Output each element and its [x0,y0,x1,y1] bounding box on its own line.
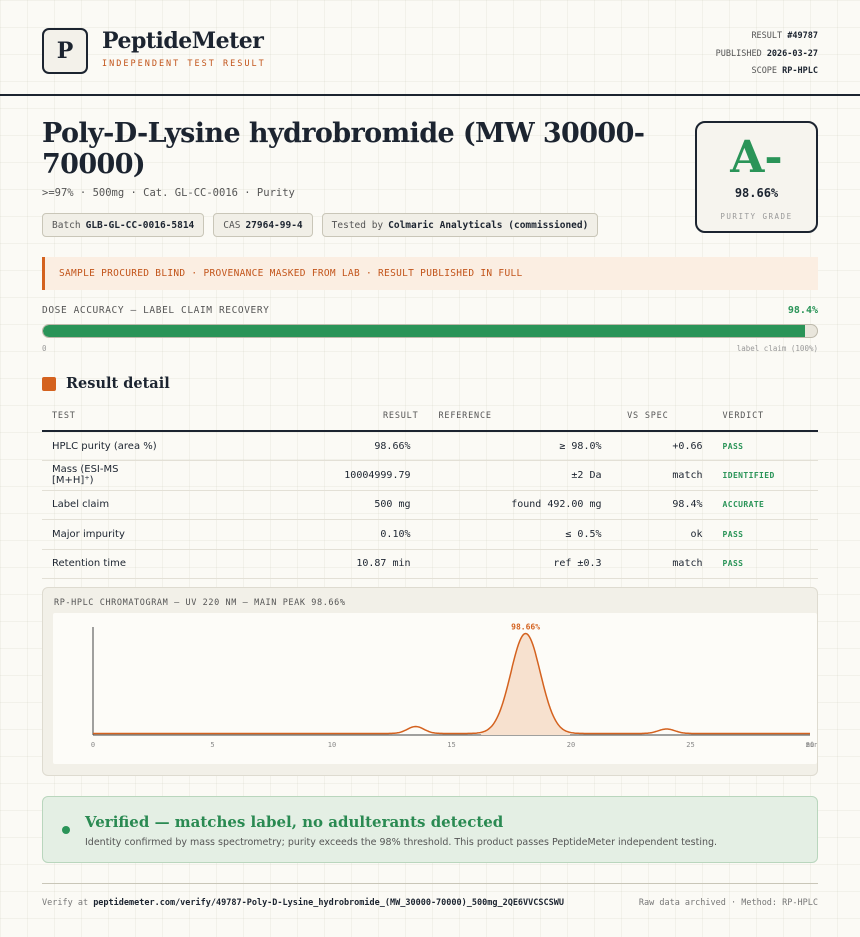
result-detail-heading: Result detail [42,375,170,392]
x-tick-label: 0 [91,741,95,749]
cell-result: 10004999.79 [162,460,419,491]
x-tick-label: 15 [447,741,455,749]
cell-reference: found 492.00 mg [418,490,610,520]
cell-result: 500 mg [162,490,419,520]
chip-label: Tested by [331,219,384,231]
verdict-badge: IDENTIFIED [710,460,818,491]
brand-subtitle: INDEPENDENT TEST RESULT [102,59,266,69]
cell-test: Label claim [42,490,162,520]
cell-test: Mass (ESI-MS [M+H]⁺) [42,460,162,491]
chip-value: GLB-GL-CC-0016-5814 [85,219,195,231]
cell-test: HPLC purity (area %) [42,431,162,461]
chromatogram-panel: RP-HPLC CHROMATOGRAM — UV 220 NM — MAIN … [42,587,818,776]
footer-method: Raw data archived · Method: RP-HPLC [638,898,818,908]
batch-chip: Batch GLB-GL-CC-0016-5814 [42,213,205,237]
purity-grade-card: A- 98.66% PURITY GRADE [695,121,818,233]
x-tick-label: 25 [686,741,694,749]
cell-vs-spec: +0.66 [609,431,711,461]
chip-value: Colmaric Analyticals (commissioned) [388,219,589,231]
chromatogram-chart: 0 5 10 15 20 25 30min98.66% [91,623,818,750]
result-meta: RESULT #49787 PUBLISHED 2026-03-27 SCOPE… [716,28,818,81]
verdict-badge: ACCURATE [710,490,818,520]
published-label: PUBLISHED [715,48,762,59]
dose-accuracy-value: 98.4% [787,305,818,316]
bar-end-label: label claim (100%) [736,344,818,353]
grade-value: 98.66% [734,186,779,200]
x-tick-label: 10 [328,741,336,749]
brand-name: PeptideMeter [102,28,264,54]
x-tick-label: 20 [567,741,575,749]
bar-zero-label: 0 [42,344,47,353]
table-row: Label claim 500 mg found 492.00 mg 98.4% ACC… [42,490,818,520]
x-tick-label: 5 [210,741,214,749]
cell-result: 0.10% [162,519,419,550]
verified-title: Verified — matches label, no adulterants… [85,813,504,831]
col-reference: REFERENCE [418,402,610,432]
cas-chip: CAS 27964-99-4 [213,213,313,237]
dose-progress-fill [43,325,805,337]
chromatogram-plot-area: 0 5 10 15 20 25 30 min 98.66% [53,613,818,764]
verify-prefix: Verify at [42,898,89,908]
cell-vs-spec: match [609,460,711,491]
verify-link[interactable]: peptidemeter.com/verify/49787-Poly-D-Lys… [93,898,564,908]
col-vs-spec: VS SPEC [609,402,711,432]
chip-value: 27964-99-4 [245,219,303,231]
tested-by-chip: Tested by Colmaric Analyticals (commissio… [321,213,599,237]
scope-value: RP-HPLC [782,66,818,76]
col-result: RESULT [162,402,419,432]
page-header: P PeptideMeter INDEPENDENT TEST RESULT R… [0,0,860,96]
section-title: Result detail [66,375,170,392]
verdict-badge: PASS [710,519,818,550]
cell-test: Retention time [42,549,162,579]
cell-result: 98.66% [162,431,419,461]
main-peak-label: 98.66% [511,623,540,632]
main-peak-fill [481,633,570,735]
verified-subtitle: Identity confirmed by mass spectrometry;… [85,837,718,848]
table-header-row: TEST RESULT REFERENCE VS SPEC VERDICT [42,402,818,432]
grade-label: PURITY GRADE [720,212,793,221]
col-test: TEST [42,402,162,432]
product-subtitle: >=97% · 500mg · Cat. GL-CC-0016 · Purity [42,187,295,199]
cell-result: 10.87 min [162,549,419,579]
cell-test: Major impurity [42,519,162,550]
cell-vs-spec: ok [609,519,711,550]
col-verdict: VERDICT [710,402,818,432]
cell-reference: ±2 Da [418,460,610,491]
grade-letter: A- [730,132,783,183]
results-table: TEST RESULT REFERENCE VS SPEC VERDICT HP… [42,402,818,579]
verified-panel: Verified — matches label, no adulterants… [42,796,818,863]
x-unit-label: min [806,741,817,749]
verdict-badge: PASS [710,549,818,579]
dose-progress-bar [42,324,818,338]
chip-label: CAS [223,219,241,231]
cell-reference: ≤ 0.5% [418,519,610,550]
procurement-banner: SAMPLE PROCURED BLIND · PROVENANCE MASKE… [42,257,818,290]
logo-icon: P [42,28,88,74]
chromatogram-trace [93,632,810,735]
result-label: RESULT [751,31,783,41]
result-id: #49787 [787,31,818,41]
cell-vs-spec: match [609,549,711,579]
scope-label: SCOPE [751,66,778,76]
dose-accuracy-label: DOSE ACCURACY — LABEL CLAIM RECOVERY [42,305,270,316]
table-row: HPLC purity (area %) 98.66% ≥ 98.0% +0.66 PA… [42,431,818,461]
product-title: Poly-D-Lysine hydrobromide (MW 30000-700… [42,118,645,180]
table-row: Major impurity 0.10% ≤ 0.5% ok PASS [42,519,818,550]
table-row: Retention time 10.87 min ref ±0.3 match PASS [42,549,818,579]
page-footer: Verify at peptidemeter.com/verify/49787-… [42,883,818,908]
chromatogram-title: RP-HPLC CHROMATOGRAM — UV 220 NM — MAIN … [54,598,346,608]
cell-reference: ref ±0.3 [418,549,610,579]
published-date: 2026-03-27 [766,48,818,59]
chip-label: Batch [52,219,81,231]
verdict-badge: PASS [710,431,818,461]
verified-dot-icon [62,826,70,834]
product-chips: Batch GLB-GL-CC-0016-5814 CAS 27964-99-4 T… [42,213,599,237]
cell-reference: ≥ 98.0% [418,431,610,461]
section-marker-icon [42,376,56,391]
cell-vs-spec: 98.4% [609,490,711,520]
table-row: Mass (ESI-MS [M+H]⁺) 10004999.79 ±2 Da matc… [42,460,818,491]
